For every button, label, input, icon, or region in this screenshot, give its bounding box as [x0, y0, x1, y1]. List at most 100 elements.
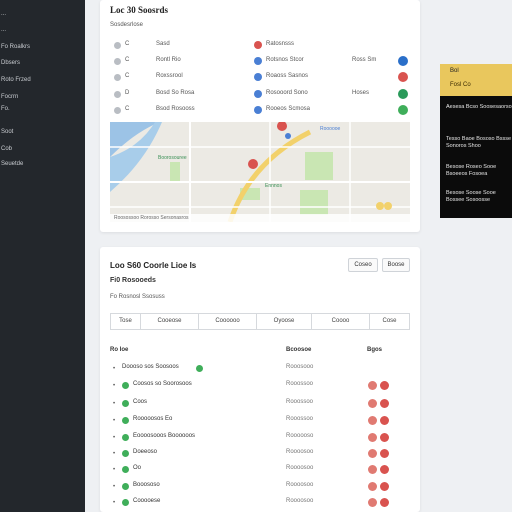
table-row[interactable]: • Rooooosos Eo Rooossoo: [110, 413, 410, 429]
row-name: Rooooosos Eo: [133, 416, 173, 422]
row-status: Roooosoo: [286, 465, 314, 471]
locations-title: Loc 30 Soosrds: [110, 5, 169, 15]
edit-icon[interactable]: [368, 449, 377, 458]
filter-tab[interactable]: Oyoose: [257, 314, 312, 329]
phone-icon[interactable]: [398, 89, 408, 99]
sidebar-item[interactable]: ...: [0, 24, 85, 36]
delete-icon[interactable]: [380, 482, 389, 491]
delete-icon[interactable]: [380, 399, 389, 408]
delete-icon[interactable]: [380, 498, 389, 507]
edit-icon[interactable]: [368, 433, 377, 442]
map-graphic: [110, 122, 410, 222]
sidebar-item[interactable]: Dbsers: [0, 57, 85, 69]
location-pin-icon[interactable]: [398, 72, 408, 82]
location-map[interactable]: Boorosouree Ennnos Roooooe Roosossoo Ror…: [110, 122, 410, 222]
edit-icon[interactable]: [368, 465, 377, 474]
table-row[interactable]: • Booososo Roooosoo: [110, 479, 410, 495]
edit-icon[interactable]: [368, 482, 377, 491]
table-row[interactable]: • Coosos so Soorosoos Rooossoo: [110, 378, 410, 394]
status-icon[interactable]: [398, 105, 408, 115]
location-marker-icon: [114, 107, 121, 114]
info-panel-header: Bol Fosl Co: [440, 64, 512, 96]
filter-tabs: Tose Cooeose Coooooo Oyoose Coooo Cose: [110, 313, 410, 330]
hours-title: Loo S60 Coorle Lioe Is: [110, 261, 197, 270]
delete-icon[interactable]: [380, 465, 389, 474]
table-row[interactable]: • Oo Roooosoo: [110, 462, 410, 478]
location-name: Bsod Rosooss: [156, 106, 195, 112]
table-row[interactable]: • Doeeoso Roooosoo: [110, 446, 410, 462]
status-dot-icon: [122, 483, 129, 490]
row-name: Eoooosooos Boooooos: [133, 433, 196, 439]
location-marker-icon: [114, 58, 121, 65]
delete-icon[interactable]: [380, 449, 389, 458]
location-marker-icon: [114, 91, 121, 98]
sidebar-item[interactable]: ...: [0, 8, 85, 20]
location-name: Bosd So Rosa: [156, 90, 195, 96]
delete-icon[interactable]: [380, 381, 389, 390]
row-status: Roooosoo: [286, 449, 314, 455]
status-dot-icon: [122, 400, 129, 407]
map-label: Roooooe: [320, 126, 341, 132]
cancel-button[interactable]: Coseo: [348, 258, 378, 272]
map-pin-icon: [254, 73, 262, 81]
location-meta: Ross Sm: [352, 57, 377, 63]
row-status: Roooosoo: [286, 498, 314, 504]
locations-card: Loc 30 Soosrds Sosdesrlose C Sasd Ratosn…: [100, 0, 420, 232]
info-panel-text: Besose Roseo Sooe Bsoeeos Fosoea: [446, 164, 497, 177]
status-dot-icon: [122, 434, 129, 441]
filter-tab[interactable]: Cooeose: [141, 314, 199, 329]
info-panel: Bol Fosl Co Aesesa Bcso Soosesaorso Tess…: [440, 64, 512, 218]
table-row[interactable]: • Cooooese Roooosoo: [110, 495, 410, 511]
location-row[interactable]: C Sasd Ratosnsss: [114, 39, 414, 53]
location-row[interactable]: C Roxssrool Roaoss Sasnos: [114, 71, 414, 85]
table-row[interactable]: • Doooso sos Soosoos Rooosooo: [110, 361, 410, 377]
sidebar-item[interactable]: Roto Frzed: [0, 74, 85, 86]
row-status: Rooossoo: [286, 381, 314, 387]
edit-icon[interactable]: [368, 416, 377, 425]
location-name: Sasd: [156, 41, 170, 47]
row-name: Booososo: [133, 482, 160, 488]
location-id: D: [125, 90, 130, 96]
hours-subtitle-secondary: Fo Rosnosl Ssosuss: [110, 294, 165, 300]
hours-card: Loo S60 Coorle Lioe Is Fi0 Rosooeds Fo R…: [100, 247, 420, 512]
bullet-icon: •: [113, 401, 116, 407]
row-name: Coos: [133, 399, 148, 405]
sidebar-item[interactable]: Seuetde: [0, 158, 85, 170]
map-pin-icon: [254, 106, 262, 114]
row-name: Coosos so Soorosoos: [133, 381, 192, 387]
edit-icon[interactable]: [368, 399, 377, 408]
status-dot-icon: [122, 466, 129, 473]
filter-tab[interactable]: Coooooo: [199, 314, 257, 329]
navigate-icon[interactable]: [398, 56, 408, 66]
filter-tab[interactable]: Tose: [111, 314, 141, 329]
save-button[interactable]: Boose: [382, 258, 410, 272]
bullet-icon: •: [113, 451, 116, 457]
location-id: C: [125, 73, 130, 79]
status-dot-icon: [122, 499, 129, 506]
map-pin-icon: [254, 90, 262, 98]
row-name: Oo: [133, 465, 142, 471]
table-row[interactable]: • Eoooosooos Boooooos Roooooso: [110, 430, 410, 446]
sidebar-item[interactable]: Fo.: [0, 103, 85, 115]
delete-icon[interactable]: [380, 416, 389, 425]
info-panel-text: Tesso Baoe Bososo Bssse Sonoros Shoo: [446, 136, 512, 149]
row-status: Roooosoo: [286, 482, 314, 488]
location-row[interactable]: C Bsod Rosooss Rooeos Scmosa: [114, 104, 414, 118]
edit-icon[interactable]: [368, 381, 377, 390]
edit-icon[interactable]: [368, 498, 377, 507]
sidebar-item[interactable]: Fo Roalkrs: [0, 41, 85, 53]
sidebar-item[interactable]: Soot: [0, 126, 85, 138]
info-panel-title: Bol: [450, 68, 459, 74]
sidebar-item[interactable]: Focrrn: [0, 91, 85, 103]
location-id: C: [125, 41, 130, 47]
map-attribution: Roosossoo Rorosso Sersonasros: [110, 214, 410, 222]
location-row[interactable]: D Bosd So Rosa Rosooord Sono Hoses: [114, 88, 414, 102]
sidebar: ... ... Fo Roalkrs Dbsers Roto Frzed Foc…: [0, 0, 85, 512]
filter-tab[interactable]: Cose: [370, 314, 409, 329]
filter-tab[interactable]: Coooo: [312, 314, 370, 329]
sidebar-item[interactable]: Cob: [0, 143, 85, 155]
bullet-icon: •: [113, 366, 116, 372]
location-row[interactable]: C Rontl Rio Rotsnos Stcor Ross Sm: [114, 55, 414, 69]
delete-icon[interactable]: [380, 433, 389, 442]
table-row[interactable]: • Coos Rooossoo: [110, 396, 410, 412]
